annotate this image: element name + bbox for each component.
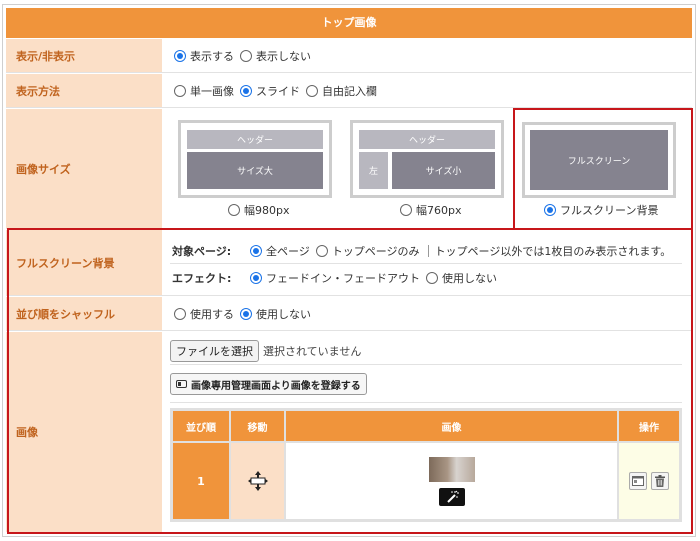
radio-icon[interactable] xyxy=(306,84,318,97)
method-free-radio[interactable]: 自由記入欄 xyxy=(306,83,377,99)
shuffle-options: 使用する 使用しない xyxy=(166,297,692,330)
radio-icon[interactable] xyxy=(228,204,240,216)
image-label: 画像 xyxy=(6,332,162,532)
divider xyxy=(170,263,682,264)
trash-icon xyxy=(655,475,665,487)
image-thumbnail[interactable] xyxy=(428,456,475,482)
action-cell xyxy=(619,443,679,519)
radio-selected-icon[interactable] xyxy=(250,245,262,257)
move-handle[interactable] xyxy=(231,443,284,519)
col-image-header: 画像 xyxy=(286,411,617,441)
display-label: 表示/非表示 xyxy=(6,39,162,72)
radio-selected-icon[interactable] xyxy=(240,84,252,97)
radio-icon[interactable] xyxy=(426,272,438,284)
thumb-fullscreen[interactable]: フルスクリーン xyxy=(522,122,676,198)
thumb-large-block: サイズ大 xyxy=(187,152,323,189)
target-all-radio[interactable]: 全ページ xyxy=(250,243,310,259)
file-upload: ファイルを選択 選択されていません xyxy=(170,340,361,362)
col-order-header: 並び順 xyxy=(173,411,229,441)
target-note: トップページ以外では1枚目のみ表示されます。 xyxy=(434,245,672,258)
thumb-header-block: ヘッダー xyxy=(187,130,323,149)
radio-selected-icon[interactable] xyxy=(250,272,262,284)
image-cell xyxy=(286,443,617,519)
thumb-full-block: フルスクリーン xyxy=(530,130,668,190)
col-action-header: 操作 xyxy=(619,411,679,441)
row-display: 表示/非表示 表示する 表示しない xyxy=(6,39,692,73)
move-arrows-icon[interactable] xyxy=(247,470,269,492)
target-top-radio[interactable]: トップページのみ xyxy=(315,243,420,259)
highlight-joint xyxy=(513,228,515,230)
file-select-button[interactable]: ファイルを選択 xyxy=(170,340,259,362)
size-980-radio[interactable]: 幅980px xyxy=(228,202,290,218)
radio-icon[interactable] xyxy=(240,49,252,62)
effect-none-radio[interactable]: 使用しない xyxy=(426,270,497,286)
magic-wand-button[interactable] xyxy=(438,487,465,506)
divider xyxy=(170,364,682,365)
col-move-header: 移動 xyxy=(231,411,284,441)
radio-icon[interactable] xyxy=(174,84,186,97)
section-header: トップ画像 xyxy=(6,8,692,38)
method-options: 単一画像 スライド 自由記入欄 xyxy=(166,74,692,107)
thumb-760[interactable]: ヘッダー 左 サイズ小 xyxy=(350,120,504,198)
thumb-small-block: サイズ小 xyxy=(392,152,495,189)
window-icon xyxy=(632,476,644,486)
fullbg-label: フルスクリーン背景 xyxy=(6,230,162,295)
size-label: 画像サイズ xyxy=(6,109,162,228)
display-hide-radio[interactable]: 表示しない xyxy=(240,48,311,64)
divider xyxy=(427,245,429,257)
radio-selected-icon[interactable] xyxy=(544,204,556,216)
effect-fade-radio[interactable]: フェードイン・フェードアウト xyxy=(250,270,420,286)
display-options: 表示する 表示しない xyxy=(166,39,692,72)
row-shuffle: 並び順をシャッフル 使用する 使用しない xyxy=(6,297,692,331)
shuffle-label: 並び順をシャッフル xyxy=(6,297,162,330)
thumb-980[interactable]: ヘッダー サイズ大 xyxy=(178,120,332,198)
delete-button[interactable] xyxy=(651,472,669,490)
radio-icon[interactable] xyxy=(174,307,186,320)
edit-button[interactable] xyxy=(629,472,647,490)
method-label: 表示方法 xyxy=(6,74,162,107)
radio-icon[interactable] xyxy=(400,204,412,216)
thumb-header-block: ヘッダー xyxy=(359,130,495,149)
shuffle-nouse-radio[interactable]: 使用しない xyxy=(240,306,311,322)
method-single-radio[interactable]: 単一画像 xyxy=(174,83,234,99)
magic-wand-icon xyxy=(446,490,459,503)
radio-selected-icon[interactable] xyxy=(240,307,252,320)
target-options: 全ページ トップページのみ トップページ以外では1枚目のみ表示されます。 xyxy=(250,243,671,259)
row-method: 表示方法 単一画像 スライド 自由記入欄 xyxy=(6,74,692,108)
file-status: 選択されていません xyxy=(263,345,362,358)
thumb-left-block: 左 xyxy=(359,152,388,189)
image-table: 並び順 移動 画像 操作 1 xyxy=(170,408,682,522)
method-slide-radio[interactable]: スライド xyxy=(240,83,300,99)
size-fullscreen-radio[interactable]: フルスクリーン背景 xyxy=(544,202,658,218)
register-image-button[interactable]: 画像専用管理画面より画像を登録する xyxy=(170,373,367,395)
effect-options: フェードイン・フェードアウト 使用しない xyxy=(250,270,503,286)
target-page-label: 対象ページ: xyxy=(172,245,232,258)
radio-selected-icon[interactable] xyxy=(174,49,186,62)
window-icon xyxy=(176,380,187,388)
effect-label: エフェクト: xyxy=(172,272,232,285)
divider xyxy=(170,402,682,403)
row-order-cell: 1 xyxy=(173,443,229,519)
radio-icon[interactable] xyxy=(315,245,328,257)
shuffle-use-radio[interactable]: 使用する xyxy=(174,306,234,322)
display-show-radio[interactable]: 表示する xyxy=(174,48,234,64)
size-760-radio[interactable]: 幅760px xyxy=(400,202,462,218)
